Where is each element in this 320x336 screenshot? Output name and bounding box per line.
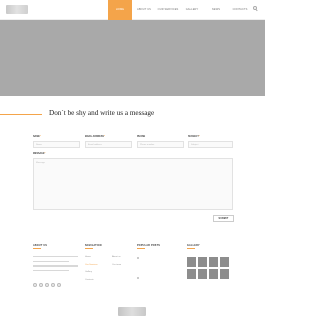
text-line	[33, 260, 69, 262]
main-nav: HOME ABOUT US OUR SERVICES GALLERY NEWS …	[108, 0, 252, 20]
footer-navigation-title: NAVIGATION	[85, 244, 102, 247]
nav-item-about[interactable]: ABOUT US	[132, 0, 156, 20]
gallery-thumbnail[interactable]	[187, 269, 196, 279]
google-plus-icon[interactable]	[45, 283, 49, 287]
gallery-thumbnail[interactable]	[187, 257, 196, 267]
footer-link-services[interactable]: Our Services	[85, 264, 98, 272]
footer-about-title: ABOUT US	[33, 244, 48, 247]
footer-gallery: GALLERY	[187, 244, 200, 249]
nav-item-gallery[interactable]: GALLERY	[180, 0, 204, 20]
facebook-icon[interactable]	[33, 283, 37, 287]
footer-posts: POPULAR POSTS	[137, 244, 160, 249]
footer-posts-title: POPULAR POSTS	[137, 244, 161, 247]
required-mark: *	[39, 136, 41, 138]
social-links	[33, 283, 61, 287]
message-field[interactable]: Message	[33, 158, 233, 210]
rss-icon[interactable]	[57, 283, 61, 287]
text-line	[33, 270, 69, 272]
site-header: HOME ABOUT US OUR SERVICES GALLERY NEWS …	[0, 0, 265, 20]
site-logo[interactable]	[6, 5, 28, 14]
email-label-text: EMAIL ADDRESS	[85, 136, 104, 138]
email-field[interactable]: Email address	[85, 141, 132, 148]
gallery-thumbnail[interactable]	[220, 257, 229, 267]
footer-title-accent	[33, 248, 41, 249]
twitter-icon[interactable]	[39, 283, 43, 287]
subject-label: SUBJECT*	[188, 136, 200, 138]
gallery-thumbnail[interactable]	[209, 257, 218, 267]
footer-about: ABOUT US	[33, 244, 47, 249]
nav-item-contacts[interactable]: CONTACTS	[228, 0, 252, 20]
name-label-text: NAME	[33, 136, 40, 138]
linkedin-icon[interactable]	[51, 283, 55, 287]
phone-field[interactable]: Phone number	[137, 141, 184, 148]
subject-field[interactable]: Subject	[188, 141, 233, 148]
footer-link-gallery[interactable]: Gallery	[85, 271, 98, 279]
footer-title-accent	[85, 248, 93, 249]
footer-title-accent	[137, 248, 145, 249]
map-area[interactable]	[0, 20, 265, 96]
footer-link-team[interactable]: Our team	[112, 264, 121, 272]
phone-label: PHONE	[137, 136, 146, 138]
name-field[interactable]: Name	[33, 141, 80, 148]
send-button[interactable]: SUBMIT	[213, 215, 234, 222]
gallery-thumbnail[interactable]	[220, 269, 229, 279]
footer-gallery-grid	[187, 257, 229, 279]
footer-title-accent	[187, 248, 195, 249]
message-label-text: MESSAGE	[33, 153, 45, 155]
heading-accent-line	[0, 114, 42, 115]
footer-link-home[interactable]: Home	[85, 256, 98, 264]
email-label: EMAIL ADDRESS*	[85, 136, 105, 138]
nav-item-home[interactable]: HOME	[108, 0, 132, 20]
footer-link-contacts[interactable]: Contacts	[85, 279, 98, 287]
footer-gallery-title: GALLERY	[187, 244, 200, 247]
text-line	[33, 265, 78, 267]
search-icon-handle	[256, 9, 258, 12]
nav-item-services[interactable]: OUR SERVICES	[156, 0, 180, 20]
search-icon[interactable]	[253, 6, 258, 12]
footer-about-text	[33, 256, 78, 275]
required-mark: *	[103, 136, 105, 138]
required-mark: *	[198, 136, 200, 138]
message-label: MESSAGE*	[33, 153, 45, 155]
name-label: NAME*	[33, 136, 41, 138]
footer-link-about[interactable]: About us	[112, 256, 121, 264]
footer-logo[interactable]	[118, 307, 146, 316]
post-bullet-icon	[137, 256, 139, 259]
nav-item-news[interactable]: NEWS	[204, 0, 228, 20]
required-mark: *	[44, 153, 46, 155]
gallery-thumbnail[interactable]	[209, 269, 218, 279]
text-line	[33, 256, 78, 258]
contact-heading: Don`t be shy and write us a message	[49, 109, 155, 117]
footer-navigation: NAVIGATION	[85, 244, 102, 249]
gallery-thumbnail[interactable]	[198, 269, 207, 279]
post-bullet-icon	[137, 276, 139, 279]
gallery-thumbnail[interactable]	[198, 257, 207, 267]
footer-nav-list-1: Home Our Services Gallery Contacts	[85, 256, 98, 286]
footer-nav-list-2: About us Our team	[112, 256, 121, 271]
subject-label-text: SUBJECT	[188, 136, 199, 138]
